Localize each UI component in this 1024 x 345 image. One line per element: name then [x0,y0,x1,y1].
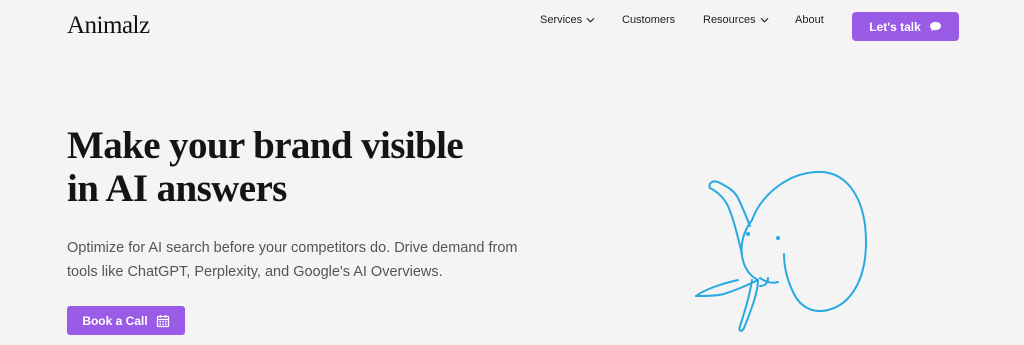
nav-customers[interactable]: Customers [622,14,675,26]
nav-services-label: Services [540,14,583,26]
chat-bubble-icon [929,21,941,32]
chevron-down-icon [586,17,595,23]
nav-about[interactable]: About [795,14,824,26]
logo[interactable]: Animalz [67,12,150,40]
nav-customers-label: Customers [622,14,676,26]
hero-title-line2: in AI answers [67,167,287,210]
hero-title-line1: Make your brand visible [67,124,464,167]
hero-title: Make your brand visible in AI answers [67,124,464,210]
nav-resources[interactable]: Resources [703,14,769,26]
nav-about-label: About [795,14,824,26]
hero-subtitle-line1: Optimize for AI search before your compe… [67,240,518,256]
lets-talk-button[interactable]: Let's talk [852,12,959,41]
chevron-down-icon [760,17,769,23]
book-a-call-button[interactable]: Book a Call [67,306,185,335]
hero-subtitle: Optimize for AI search before your compe… [67,236,587,284]
nav-resources-label: Resources [703,14,756,26]
lets-talk-label: Let's talk [869,19,921,34]
book-a-call-label: Book a Call [82,313,148,328]
nav-services[interactable]: Services [540,14,595,26]
elephant-illustration [695,170,867,332]
calendar-icon [156,314,169,327]
hero-subtitle-line2: tools like ChatGPT, Perplexity, and Goog… [67,264,443,280]
